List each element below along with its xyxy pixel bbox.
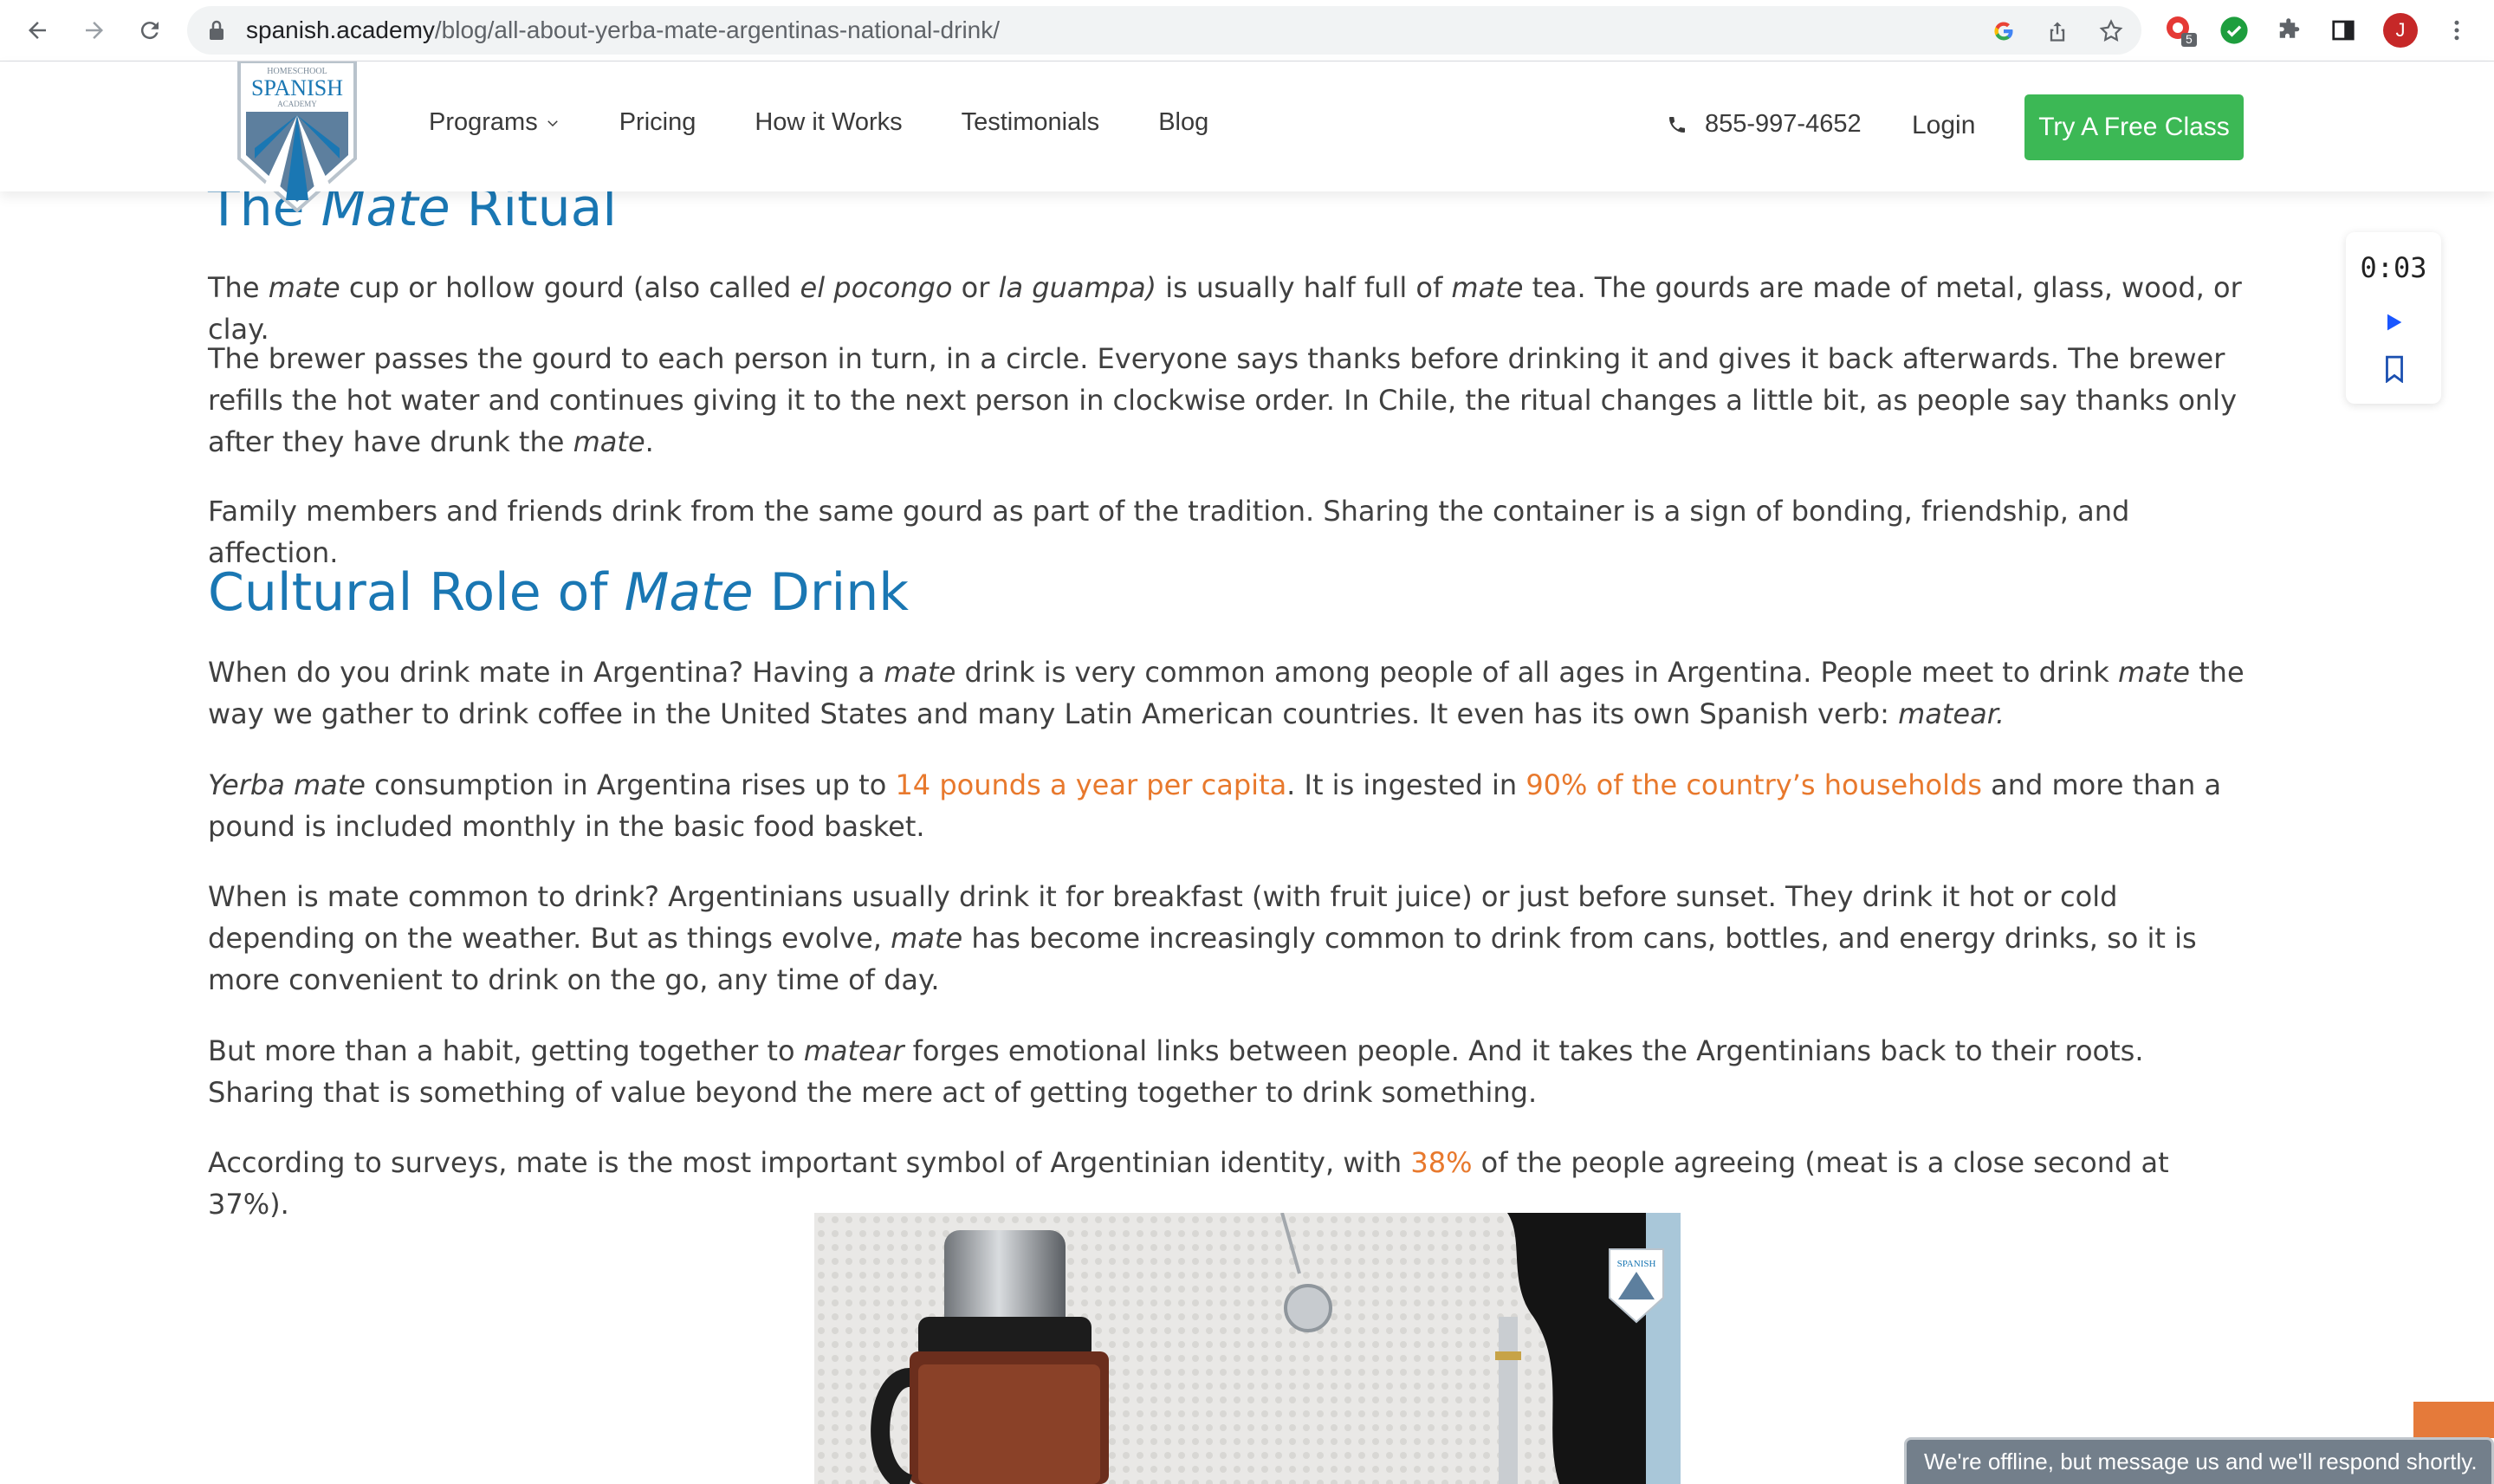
p6-s1: mate [891,922,963,955]
browser-menu-button[interactable] [2439,12,2475,49]
p4-s2: drink is very common among people of all… [955,656,2118,689]
play-icon[interactable] [2381,310,2406,334]
google-g-icon [1994,22,2013,41]
side-panel-button[interactable] [2325,12,2361,49]
paragraph-brewer: The brewer passes the gourd to each pers… [208,338,2252,463]
article-photo-thermos: SPANISH [814,1213,1681,1484]
puzzle-icon [2279,18,2300,38]
reload-button[interactable] [132,12,168,49]
login-link[interactable]: Login [1912,111,1975,140]
audio-time: 0:03 [2360,251,2427,284]
share-button[interactable] [2043,16,2072,46]
extension-check-button[interactable] [2216,12,2252,49]
p5-s3: . It is ingested in [1286,768,1526,801]
p1-s2: cup or hollow gourd (also called [340,271,800,304]
logo-text-bottom: ACADEMY [277,100,317,108]
paragraph-habit: But more than a habit, getting together … [208,1030,2252,1113]
p1-s1: mate [268,271,340,304]
side-panel-icon [2332,20,2355,41]
profile-initial: J [2383,13,2418,48]
arrow-right-icon [86,22,103,39]
site-header: HOMESCHOOL SPANISH ACADEMY Programs Pric… [0,60,2494,213]
chevron-down-icon [547,120,558,126]
p2-s1: mate [573,425,645,458]
p1-s5: la guampa) [998,271,1157,304]
phone-icon [1669,116,1685,133]
bookmark-icon[interactable] [2383,355,2406,383]
link-38-percent[interactable]: 38% [1410,1146,1472,1179]
p7-s0: But more than a habit, getting together … [208,1034,804,1067]
forward-button[interactable] [76,12,113,49]
link-pounds-per-capita[interactable]: 14 pounds a year per capita [895,768,1286,801]
p1-s6: is usually half full of [1156,271,1452,304]
arrow-left-icon [29,22,46,39]
url-text: spanish.academy/blog/all-about-yerba-mat… [246,16,1000,44]
thermos-photo-illustration: SPANISH [814,1213,1681,1484]
paragraph-breakfast: When is mate common to drink? Argentinia… [208,876,2270,1001]
p4-s5: matear. [1898,697,2005,730]
chat-tab[interactable] [2413,1402,2494,1438]
address-bar[interactable]: spanish.academy/blog/all-about-yerba-mat… [187,6,2141,55]
url-host: spanish.academy [246,16,435,43]
back-button[interactable] [19,12,55,49]
photo-logo-text: SPANISH [1617,1259,1656,1269]
nav-pricing[interactable]: Pricing [619,108,696,137]
try-free-class-button[interactable]: Try A Free Class [2024,94,2244,160]
nav-blog[interactable]: Blog [1158,108,1208,137]
title2-part-a: Cultural Role of [208,562,625,623]
nav-how-it-works[interactable]: How it Works [755,108,902,137]
phone-link[interactable]: 855-997-4652 [1667,110,1862,139]
paragraph-when-drink: When do you drink mate in Argentina? Hav… [208,651,2270,735]
offline-chat-bar[interactable]: We're offline, but message us and we'll … [1904,1437,2494,1484]
nav-testimonials[interactable]: Testimonials [962,108,1100,137]
p1-s3: el pocongo [800,271,953,304]
kebab-menu-icon [2454,20,2459,41]
nav-programs-label: Programs [429,108,538,136]
nav-programs[interactable]: Programs [429,108,560,137]
url-path: /blog/all-about-yerba-mate-argentinas-na… [434,16,1001,43]
profile-avatar[interactable]: J [2382,12,2419,49]
site-logo[interactable]: HOMESCHOOL SPANISH ACADEMY [236,60,359,214]
p4-s0: When do you drink mate in Argentina? Hav… [208,656,884,689]
p1-s4: or [952,271,999,304]
link-households[interactable]: 90% of the country’s households [1526,768,1982,801]
lock-icon [210,20,223,40]
p2-s2: . [645,425,654,458]
extensions-button[interactable] [2271,12,2308,49]
bookmark-star-button[interactable] [2096,16,2126,46]
extension-red-icon [2167,16,2197,47]
phone-number: 855-997-4652 [1705,110,1862,138]
share-icon [2050,22,2065,42]
title2-part-b: Mate [624,562,754,623]
star-icon [2099,19,2123,42]
section-title-cultural-role: Cultural Role of Mate Drink [208,558,909,627]
p8-s0: According to surveys, mate is the most i… [208,1146,1411,1179]
title2-part-c: Drink [753,562,909,623]
p1-s7: mate [1451,271,1524,304]
reload-icon [140,22,159,40]
p5-s1: consumption in Argentina rises up to [365,768,896,801]
main-nav: Programs Pricing How it Works Testimonia… [429,108,1267,137]
p5-s0: Yerba mate [208,768,366,801]
google-icon[interactable] [1989,16,2018,46]
p2-s0: The brewer passes the gourd to each pers… [208,342,2237,458]
p4-s3: mate [2117,656,2190,689]
p4-s1: mate [884,656,956,689]
paragraph-consumption: Yerba mate consumption in Argentina rise… [208,764,2252,847]
p7-s1: matear [803,1034,904,1067]
extension-badge-count: 5 [2186,32,2193,46]
logo-text-main: SPANISH [251,75,343,100]
check-circle-icon [2220,16,2248,44]
browser-toolbar: spanish.academy/blog/all-about-yerba-mat… [0,0,2494,62]
extension-badge-button[interactable]: 5 [2162,12,2199,49]
audio-player-widget: 0:03 [2346,232,2441,404]
p1-s0: The [208,271,269,304]
